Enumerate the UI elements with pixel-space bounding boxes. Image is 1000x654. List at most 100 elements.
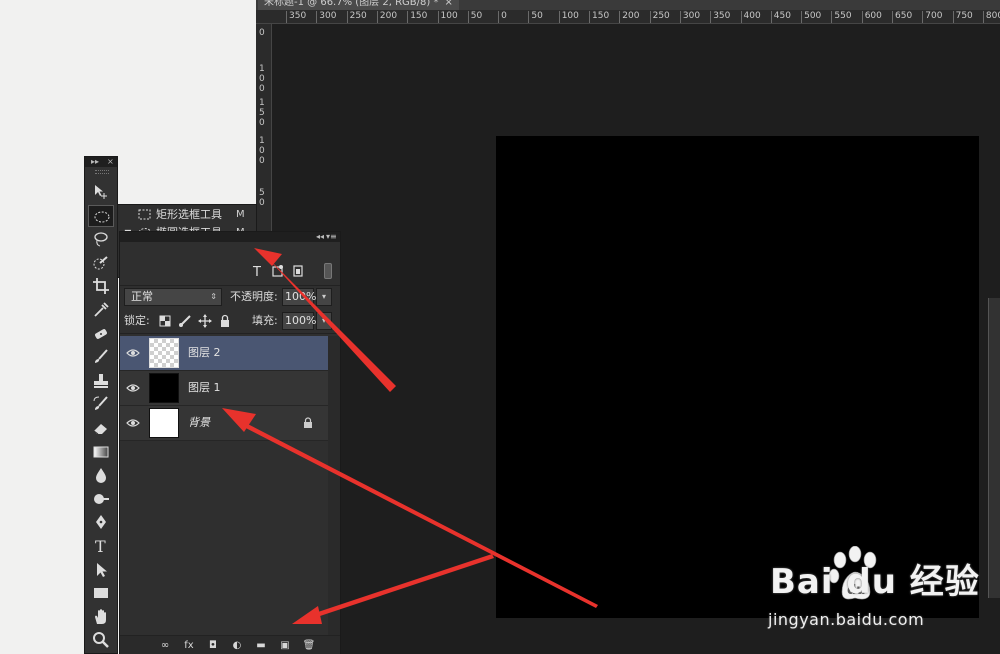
ruler-tick-label: 600: [861, 11, 882, 23]
ruler-tick-label: 550: [831, 11, 852, 23]
svg-text:T: T: [252, 265, 261, 278]
panel-menu-icon[interactable]: ▾≡: [326, 232, 337, 242]
ruler-tick-label: 1 5 0: [259, 98, 265, 128]
baidu-jingyan-watermark: du Bai du 经验 jingyan.baidu.com: [762, 540, 994, 640]
panel-grip[interactable]: [95, 170, 109, 174]
shape-filter-icon[interactable]: [272, 264, 284, 278]
chevron-updown-icon: ⇕: [210, 292, 217, 301]
layer-thumbnail[interactable]: [149, 408, 179, 438]
ellipse-marquee-icon: [94, 211, 110, 223]
ruler-tick-label: 700: [922, 11, 942, 23]
eyedropper-tool[interactable]: [88, 299, 114, 321]
blend-mode-select[interactable]: 正常 ⇕: [124, 288, 222, 306]
ruler-tick-label: 200: [376, 11, 397, 23]
eye-visibility-icon[interactable]: [126, 417, 140, 429]
layers-footer: ∞ fx ◘ ◐ ▬ ▣ 🗑: [120, 635, 340, 654]
add-mask-button[interactable]: ◘: [206, 639, 220, 652]
collapse-icon[interactable]: ◂◂: [316, 232, 324, 242]
blur-drop-icon: [96, 468, 106, 484]
filter-toggle[interactable]: [324, 263, 332, 279]
quick-selection-tool[interactable]: [88, 252, 114, 274]
flyout-item-rect-marquee[interactable]: 矩形选框工具 M: [118, 206, 256, 223]
lock-transparent-pixels-icon[interactable]: [158, 314, 172, 328]
opacity-dropdown[interactable]: ▾: [316, 288, 332, 306]
layer-name[interactable]: 背景: [188, 406, 210, 440]
lasso-tool[interactable]: [88, 228, 114, 250]
ruler-tick-label: 650: [892, 11, 912, 23]
gradient-tool[interactable]: [88, 441, 114, 463]
type-filter-icon[interactable]: T: [252, 264, 264, 278]
horizontal-ruler[interactable]: 350 300 250 200 150 100 50 0 50 100 150 200 250 300 35…: [256, 10, 1000, 24]
adjustment-layer-button[interactable]: ◐: [230, 639, 244, 652]
lock-position-icon[interactable]: [198, 314, 212, 328]
ruler-tick-label: 400: [740, 11, 761, 23]
path-selection-tool[interactable]: [88, 559, 114, 581]
ruler-tick-label: 50: [528, 11, 543, 23]
lock-all-icon[interactable]: [218, 314, 232, 328]
layers-panel-header[interactable]: ◂◂ ▾≡: [120, 232, 340, 242]
eye-visibility-icon[interactable]: [126, 347, 140, 359]
healing-icon: [95, 328, 107, 339]
arrow-select-icon: [97, 562, 107, 577]
rectangle-tool[interactable]: [88, 582, 114, 604]
layer-row[interactable]: 背景: [120, 406, 328, 441]
blur-tool[interactable]: [88, 464, 114, 486]
layer-name[interactable]: 图层 2: [188, 336, 221, 370]
layers-panel: ◂◂ ▾≡ T 正常 ⇕ 不透明度: 100% ▾ 锁定: 填充: 100% ▾…: [119, 231, 341, 654]
ruler-tick-label: 100: [558, 11, 579, 23]
zoom-tool[interactable]: [88, 629, 114, 651]
watermark-brand: Bai du 经验: [770, 562, 980, 602]
ruler-tick-label: 1 0 0: [259, 136, 265, 166]
tools-panel-header[interactable]: ▸▸ ×: [85, 157, 117, 167]
opacity-input[interactable]: 100%: [282, 288, 317, 306]
blend-row: 正常 ⇕ 不透明度: 100% ▾: [120, 286, 340, 310]
layer-thumbnail[interactable]: [149, 338, 179, 368]
layer-row[interactable]: 图层 2: [120, 336, 328, 371]
layer-lock-icon: [304, 417, 312, 428]
ruler-tick-label: 50: [467, 11, 482, 23]
new-layer-button[interactable]: ▣: [278, 639, 292, 652]
fill-input[interactable]: 100%: [282, 312, 316, 330]
spot-healing-tool[interactable]: [88, 323, 114, 345]
gradient-icon: [93, 446, 109, 458]
type-tool[interactable]: T: [88, 535, 114, 557]
new-group-button[interactable]: ▬: [254, 639, 268, 652]
document-tab[interactable]: 未标题-1 @ 66.7% (图层 2, RGB/8) * ×: [258, 0, 459, 10]
hand-tool[interactable]: [88, 606, 114, 628]
crop-tool[interactable]: [88, 275, 114, 297]
brush-icon: [95, 349, 108, 364]
layer-style-button[interactable]: fx: [182, 639, 196, 652]
opacity-value: 100%: [285, 290, 317, 303]
clone-stamp-tool[interactable]: [88, 370, 114, 392]
eyedropper-icon: [94, 302, 109, 317]
ruler-tick-label: 5 0: [259, 188, 265, 208]
eraser-tool[interactable]: [88, 417, 114, 439]
close-icon[interactable]: ×: [107, 157, 114, 167]
ruler-tick-label: 150: [589, 11, 609, 23]
pen-tool[interactable]: [88, 511, 114, 533]
ruler-tick-label: 300: [316, 11, 336, 23]
delete-layer-button[interactable]: 🗑: [302, 639, 316, 652]
close-icon[interactable]: ×: [444, 0, 452, 8]
move-tool[interactable]: [88, 181, 114, 203]
layer-thumbnail[interactable]: [149, 373, 179, 403]
lock-image-pixels-icon[interactable]: [178, 314, 192, 328]
collapse-icon[interactable]: ▸▸: [91, 157, 99, 167]
rect-marquee-icon: [138, 209, 151, 220]
lasso-icon: [94, 232, 108, 247]
ruler-tick-label: 250: [346, 11, 367, 23]
link-layers-button[interactable]: ∞: [158, 639, 172, 652]
layers-scrollbar[interactable]: [328, 336, 340, 636]
brush-tool[interactable]: [88, 346, 114, 368]
ruler-tick-label: 250: [649, 11, 670, 23]
layer-list: 图层 2 图层 1 背景: [120, 336, 328, 442]
shortcut-key: M: [236, 209, 245, 220]
layer-name[interactable]: 图层 1: [188, 371, 221, 405]
elliptical-marquee-tool[interactable]: [88, 204, 114, 227]
eye-visibility-icon[interactable]: [126, 382, 140, 394]
fill-dropdown[interactable]: ▾: [316, 312, 332, 330]
layer-row[interactable]: 图层 1: [120, 371, 328, 406]
history-brush-tool[interactable]: [88, 393, 114, 415]
dodge-tool[interactable]: [88, 488, 114, 510]
smart-object-filter-icon[interactable]: [292, 264, 304, 278]
